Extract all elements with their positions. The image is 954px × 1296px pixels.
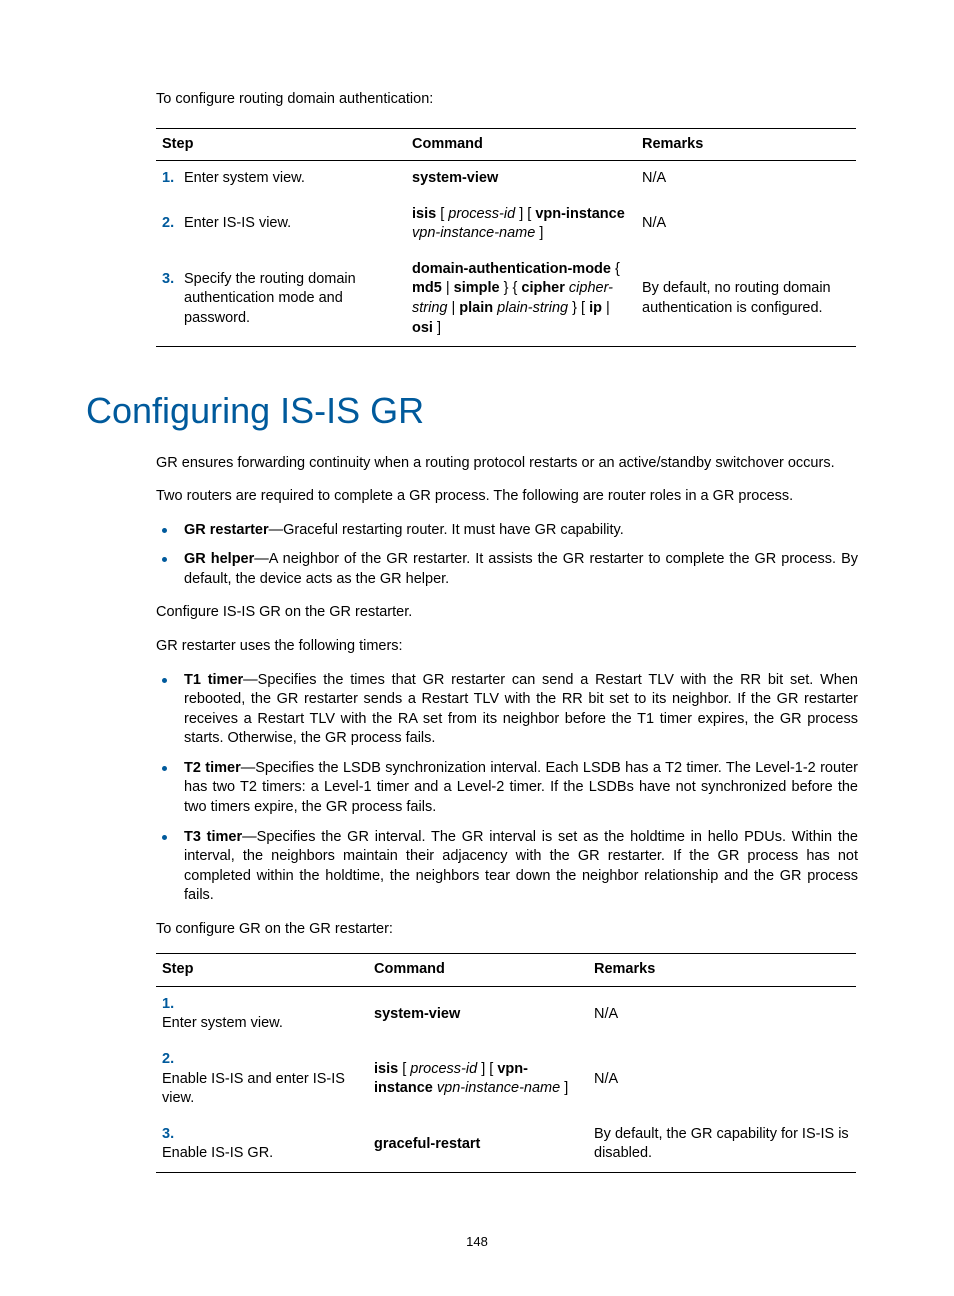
th-step: Step [156, 128, 406, 161]
bullet-list-timers: T1 timer—Specifies the times that GR res… [156, 671, 858, 906]
command-cell: system-view [368, 986, 588, 1042]
command-cell: isis [ process-id ] [ vpn-instance vpn-i… [368, 1042, 588, 1117]
paragraph: GR ensures forwarding continuity when a … [156, 454, 858, 474]
intro-text-1: To configure routing domain authenticati… [156, 90, 858, 110]
config-table-1: Step Command Remarks 1.Enter system view… [156, 128, 856, 348]
remarks-cell: By default, no routing domain authentica… [636, 252, 856, 347]
step-number: 2. [162, 214, 184, 234]
th-remarks: Remarks [636, 128, 856, 161]
list-item: T1 timer—Specifies the times that GR res… [156, 671, 858, 749]
table-row: 2.Enter IS-IS view. isis [ process-id ] [… [156, 197, 856, 252]
remarks-cell: N/A [636, 197, 856, 252]
step-number: 3. [162, 1125, 184, 1145]
table-row: 2.Enable IS-IS and enter IS-IS view.isis… [156, 1042, 856, 1117]
list-item: GR helper—A neighbor of the GR restarter… [156, 550, 858, 589]
bullet-list-roles: GR restarter—Graceful restarting router.… [156, 521, 858, 590]
table-row: 1.Enter system view. system-viewN/A [156, 161, 856, 197]
list-item: T3 timer—Specifies the GR interval. The … [156, 828, 858, 906]
paragraph: To configure GR on the GR restarter: [156, 920, 858, 940]
step-number: 1. [162, 995, 184, 1015]
step-description: Specify the routing domain authenticatio… [184, 270, 384, 329]
command-cell: system-view [406, 161, 636, 197]
command-cell: domain-authentication-mode { md5 | simpl… [406, 252, 636, 347]
list-item: GR restarter—Graceful restarting router.… [156, 521, 858, 541]
remarks-cell: N/A [588, 986, 856, 1042]
list-item: T2 timer—Specifies the LSDB synchronizat… [156, 759, 858, 818]
remarks-cell: N/A [588, 1042, 856, 1117]
table1-body: 1.Enter system view.system-viewN/A2.Ente… [156, 161, 856, 347]
command-cell: graceful-restart [368, 1117, 588, 1173]
th-command: Command [368, 954, 588, 987]
table-row: 3.Specify the routing domain authenticat… [156, 252, 856, 347]
table-row: 1.Enter system view. system-viewN/A [156, 986, 856, 1042]
step-description: Enter system view. [184, 169, 384, 189]
step-description: Enter IS-IS view. [184, 214, 384, 234]
command-cell: isis [ process-id ] [ vpn-instance vpn-i… [406, 197, 636, 252]
table2-body: 1.Enter system view.system-viewN/A2.Enab… [156, 986, 856, 1172]
step-description: Enable IS-IS and enter IS-IS view. [162, 1070, 362, 1109]
table-row: 3.Enable IS-IS GR. graceful-restartBy def… [156, 1117, 856, 1173]
th-command: Command [406, 128, 636, 161]
step-number: 3. [162, 270, 184, 290]
remarks-cell: By default, the GR capability for IS-IS … [588, 1117, 856, 1173]
page-number: 148 [96, 1233, 858, 1251]
step-description: Enter system view. [162, 1014, 362, 1034]
step-number: 1. [162, 169, 184, 189]
config-table-2: Step Command Remarks 1.Enter system view… [156, 953, 856, 1173]
section-heading: Configuring IS-IS GR [86, 387, 858, 436]
step-number: 2. [162, 1050, 184, 1070]
paragraph: GR restarter uses the following timers: [156, 637, 858, 657]
paragraph: Configure IS-IS GR on the GR restarter. [156, 603, 858, 623]
th-step: Step [156, 954, 368, 987]
remarks-cell: N/A [636, 161, 856, 197]
th-remarks: Remarks [588, 954, 856, 987]
step-description: Enable IS-IS GR. [162, 1144, 362, 1164]
paragraph: Two routers are required to complete a G… [156, 487, 858, 507]
